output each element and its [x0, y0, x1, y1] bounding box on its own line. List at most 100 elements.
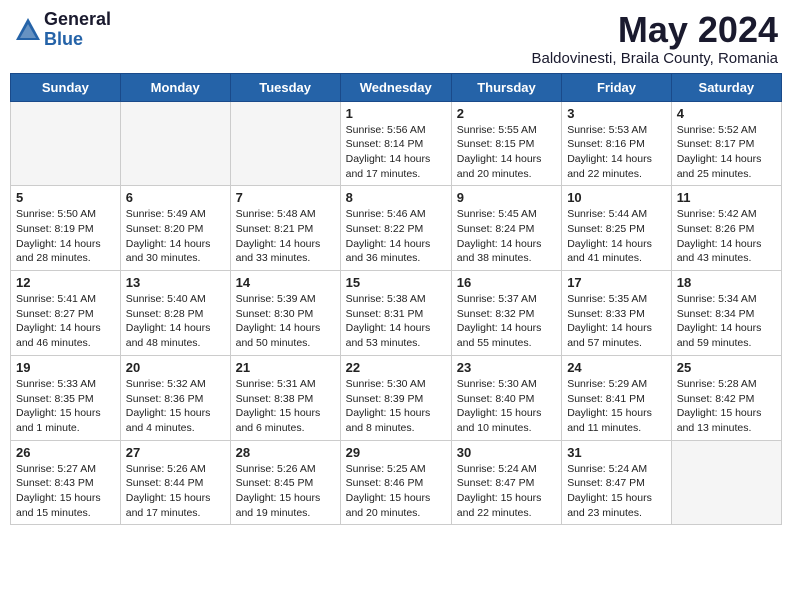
day-number: 8: [346, 190, 446, 205]
day-info: Sunrise: 5:28 AM Sunset: 8:42 PM Dayligh…: [677, 377, 776, 436]
logo: General Blue: [14, 10, 111, 50]
calendar-day-cell: 19 Sunrise: 5:33 AM Sunset: 8:35 PM Dayli…: [11, 355, 121, 440]
calendar-week-row: 26Sunrise: 5:27 AM Sunset: 8:43 PM Dayli…: [11, 440, 782, 525]
calendar-day-cell: 5 Sunrise: 5:50 AM Sunset: 8:19 PM Daylig…: [11, 186, 121, 271]
calendar-day-cell: 14Sunrise: 5:39 AM Sunset: 8:30 PM Dayli…: [230, 271, 340, 356]
day-number: 29: [346, 445, 446, 460]
day-of-week-header: Wednesday: [340, 73, 451, 101]
day-info: Sunrise: 5:39 AM Sunset: 8:30 PM Dayligh…: [236, 292, 335, 351]
calendar-day-cell: 26Sunrise: 5:27 AM Sunset: 8:43 PM Dayli…: [11, 440, 121, 525]
calendar-day-cell: 18 Sunrise: 5:34 AM Sunset: 8:34 PM Dayli…: [671, 271, 781, 356]
day-info: Sunrise: 5:32 AM Sunset: 8:36 PM Dayligh…: [126, 377, 225, 436]
day-number: 4: [677, 106, 776, 121]
day-number: 6: [126, 190, 225, 205]
day-info: Sunrise: 5:42 AM Sunset: 8:26 PM Dayligh…: [677, 207, 776, 266]
calendar-week-row: 19 Sunrise: 5:33 AM Sunset: 8:35 PM Dayli…: [11, 355, 782, 440]
day-number: 15: [346, 275, 446, 290]
calendar-day-cell: 1 Sunrise: 5:56 AM Sunset: 8:14 PM Daylig…: [340, 101, 451, 186]
day-info: Sunrise: 5:25 AM Sunset: 8:46 PM Dayligh…: [346, 462, 446, 521]
calendar-day-cell: 31 Sunrise: 5:24 AM Sunset: 8:47 PM Dayli…: [562, 440, 672, 525]
day-info: Sunrise: 5:41 AM Sunset: 8:27 PM Dayligh…: [16, 292, 115, 351]
day-number: 10: [567, 190, 666, 205]
calendar-day-cell: 4 Sunrise: 5:52 AM Sunset: 8:17 PM Daylig…: [671, 101, 781, 186]
calendar-day-cell: [120, 101, 230, 186]
day-number: 1: [346, 106, 446, 121]
day-number: 2: [457, 106, 556, 121]
calendar-day-cell: 8 Sunrise: 5:46 AM Sunset: 8:22 PM Daylig…: [340, 186, 451, 271]
calendar-day-cell: 3Sunrise: 5:53 AM Sunset: 8:16 PM Daylig…: [562, 101, 672, 186]
calendar-day-cell: 23 Sunrise: 5:30 AM Sunset: 8:40 PM Dayli…: [451, 355, 561, 440]
day-info: Sunrise: 5:45 AM Sunset: 8:24 PM Dayligh…: [457, 207, 556, 266]
day-number: 25: [677, 360, 776, 375]
calendar-day-cell: [671, 440, 781, 525]
day-info: Sunrise: 5:31 AM Sunset: 8:38 PM Dayligh…: [236, 377, 335, 436]
day-info: Sunrise: 5:24 AM Sunset: 8:47 PM Dayligh…: [567, 462, 666, 521]
day-info: Sunrise: 5:26 AM Sunset: 8:44 PM Dayligh…: [126, 462, 225, 521]
day-number: 18: [677, 275, 776, 290]
day-number: 5: [16, 190, 115, 205]
day-number: 23: [457, 360, 556, 375]
calendar-day-cell: 20Sunrise: 5:32 AM Sunset: 8:36 PM Dayli…: [120, 355, 230, 440]
day-info: Sunrise: 5:48 AM Sunset: 8:21 PM Dayligh…: [236, 207, 335, 266]
day-info: Sunrise: 5:50 AM Sunset: 8:19 PM Dayligh…: [16, 207, 115, 266]
day-info: Sunrise: 5:30 AM Sunset: 8:40 PM Dayligh…: [457, 377, 556, 436]
day-number: 24: [567, 360, 666, 375]
logo-general-text: General: [44, 10, 111, 30]
calendar-day-cell: 16 Sunrise: 5:37 AM Sunset: 8:32 PM Dayli…: [451, 271, 561, 356]
calendar-day-cell: 30 Sunrise: 5:24 AM Sunset: 8:47 PM Dayli…: [451, 440, 561, 525]
calendar-day-cell: 21Sunrise: 5:31 AM Sunset: 8:38 PM Dayli…: [230, 355, 340, 440]
day-number: 16: [457, 275, 556, 290]
day-info: Sunrise: 5:52 AM Sunset: 8:17 PM Dayligh…: [677, 123, 776, 182]
day-info: Sunrise: 5:55 AM Sunset: 8:15 PM Dayligh…: [457, 123, 556, 182]
calendar-week-row: 1 Sunrise: 5:56 AM Sunset: 8:14 PM Daylig…: [11, 101, 782, 186]
day-info: Sunrise: 5:29 AM Sunset: 8:41 PM Dayligh…: [567, 377, 666, 436]
calendar-day-cell: 12 Sunrise: 5:41 AM Sunset: 8:27 PM Dayli…: [11, 271, 121, 356]
calendar-day-cell: 2 Sunrise: 5:55 AM Sunset: 8:15 PM Daylig…: [451, 101, 561, 186]
calendar-day-cell: 24 Sunrise: 5:29 AM Sunset: 8:41 PM Dayli…: [562, 355, 672, 440]
day-header-row: SundayMondayTuesdayWednesdayThursdayFrid…: [11, 73, 782, 101]
calendar-day-cell: 13 Sunrise: 5:40 AM Sunset: 8:28 PM Dayli…: [120, 271, 230, 356]
page-header: General Blue May 2024 Baldovinesti, Brai…: [10, 10, 782, 67]
calendar-week-row: 12 Sunrise: 5:41 AM Sunset: 8:27 PM Dayli…: [11, 271, 782, 356]
day-info: Sunrise: 5:40 AM Sunset: 8:28 PM Dayligh…: [126, 292, 225, 351]
calendar-day-cell: 15 Sunrise: 5:38 AM Sunset: 8:31 PM Dayli…: [340, 271, 451, 356]
day-number: 31: [567, 445, 666, 460]
day-number: 11: [677, 190, 776, 205]
day-of-week-header: Monday: [120, 73, 230, 101]
day-info: Sunrise: 5:26 AM Sunset: 8:45 PM Dayligh…: [236, 462, 335, 521]
day-info: Sunrise: 5:56 AM Sunset: 8:14 PM Dayligh…: [346, 123, 446, 182]
day-info: Sunrise: 5:46 AM Sunset: 8:22 PM Dayligh…: [346, 207, 446, 266]
calendar-day-cell: 28Sunrise: 5:26 AM Sunset: 8:45 PM Dayli…: [230, 440, 340, 525]
day-number: 12: [16, 275, 115, 290]
calendar-day-cell: 10 Sunrise: 5:44 AM Sunset: 8:25 PM Dayli…: [562, 186, 672, 271]
day-number: 9: [457, 190, 556, 205]
day-number: 26: [16, 445, 115, 460]
calendar-day-cell: 17Sunrise: 5:35 AM Sunset: 8:33 PM Dayli…: [562, 271, 672, 356]
day-number: 19: [16, 360, 115, 375]
day-of-week-header: Saturday: [671, 73, 781, 101]
day-number: 30: [457, 445, 556, 460]
calendar-day-cell: 11 Sunrise: 5:42 AM Sunset: 8:26 PM Dayli…: [671, 186, 781, 271]
day-info: Sunrise: 5:37 AM Sunset: 8:32 PM Dayligh…: [457, 292, 556, 351]
calendar-table: SundayMondayTuesdayWednesdayThursdayFrid…: [10, 73, 782, 526]
day-info: Sunrise: 5:44 AM Sunset: 8:25 PM Dayligh…: [567, 207, 666, 266]
day-info: Sunrise: 5:38 AM Sunset: 8:31 PM Dayligh…: [346, 292, 446, 351]
day-info: Sunrise: 5:49 AM Sunset: 8:20 PM Dayligh…: [126, 207, 225, 266]
day-number: 3: [567, 106, 666, 121]
calendar-day-cell: 9 Sunrise: 5:45 AM Sunset: 8:24 PM Daylig…: [451, 186, 561, 271]
calendar-week-row: 5 Sunrise: 5:50 AM Sunset: 8:19 PM Daylig…: [11, 186, 782, 271]
day-number: 27: [126, 445, 225, 460]
logo-icon: [14, 16, 42, 44]
calendar-day-cell: 27 Sunrise: 5:26 AM Sunset: 8:44 PM Dayli…: [120, 440, 230, 525]
day-info: Sunrise: 5:24 AM Sunset: 8:47 PM Dayligh…: [457, 462, 556, 521]
day-of-week-header: Friday: [562, 73, 672, 101]
calendar-day-cell: [230, 101, 340, 186]
day-info: Sunrise: 5:33 AM Sunset: 8:35 PM Dayligh…: [16, 377, 115, 436]
calendar-day-cell: 7 Sunrise: 5:48 AM Sunset: 8:21 PM Daylig…: [230, 186, 340, 271]
day-number: 22: [346, 360, 446, 375]
calendar-day-cell: 6 Sunrise: 5:49 AM Sunset: 8:20 PM Daylig…: [120, 186, 230, 271]
day-number: 13: [126, 275, 225, 290]
day-info: Sunrise: 5:34 AM Sunset: 8:34 PM Dayligh…: [677, 292, 776, 351]
day-number: 7: [236, 190, 335, 205]
title-block: May 2024 Baldovinesti, Braila County, Ro…: [531, 10, 778, 67]
